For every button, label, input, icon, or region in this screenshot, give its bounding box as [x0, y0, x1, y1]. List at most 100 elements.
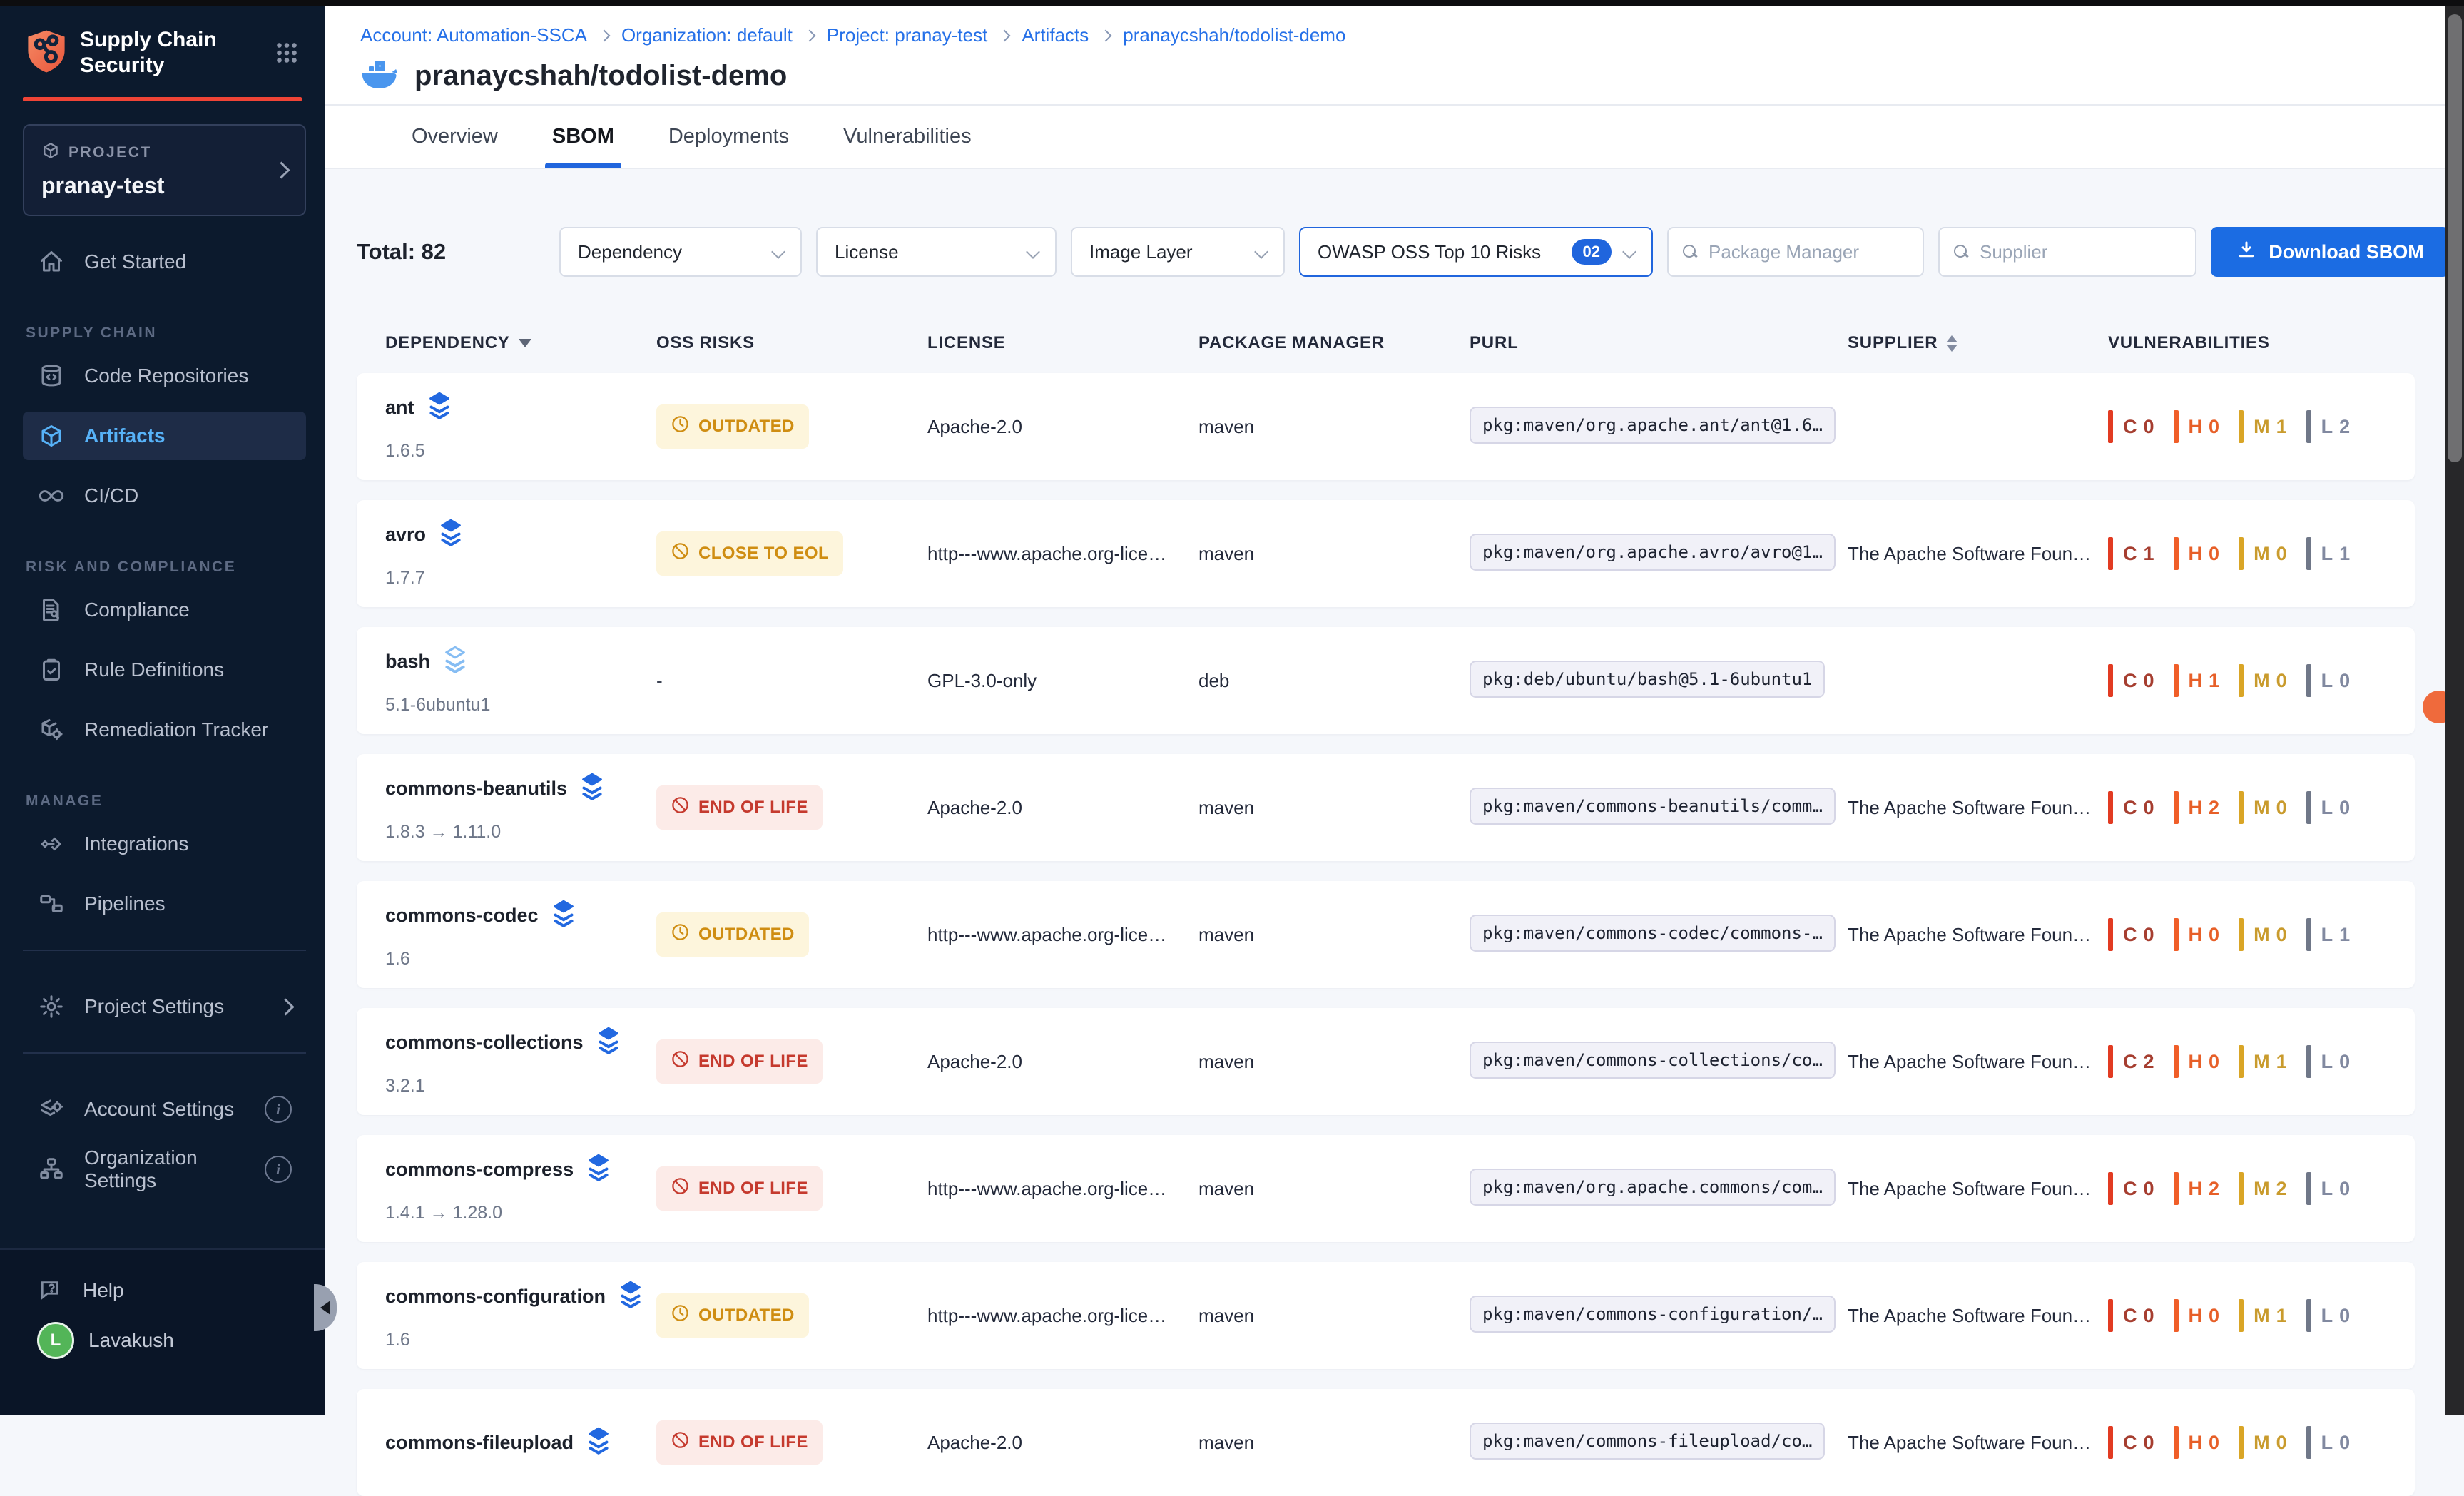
severity-letter: M: [2254, 1178, 2271, 1200]
sidebar-item-compliance[interactable]: Compliance: [23, 586, 306, 634]
sidebar-item-project-settings[interactable]: Project Settings: [23, 982, 306, 1031]
sidebar-item-pipelines[interactable]: Pipelines: [23, 880, 306, 928]
purl-chip[interactable]: pkg:maven/commons-beanutils/comm…: [1470, 788, 1836, 825]
license-filter-dropdown[interactable]: License: [816, 227, 1057, 277]
download-icon: [2236, 239, 2257, 265]
dependency-name: avro: [385, 524, 426, 546]
severity-number: 2: [2209, 797, 2220, 819]
severity-bar: [2239, 1299, 2244, 1332]
severity-number: 0: [2144, 1178, 2155, 1200]
sidebar-item-remediation-tracker[interactable]: Remediation Tracker: [23, 706, 306, 754]
supplier-search-input[interactable]: [1978, 240, 2181, 264]
purl-chip[interactable]: pkg:maven/commons-collections/co…: [1470, 1042, 1836, 1079]
package-manager-search-input[interactable]: [1707, 240, 1908, 264]
severity-text: M0: [2254, 1432, 2288, 1454]
table-row[interactable]: commons-fileupload END OF LIFEApache-2.0…: [357, 1389, 2415, 1496]
breadcrumb-link[interactable]: Organization: default: [621, 24, 793, 46]
vuln-h-count: H0: [2174, 918, 2221, 951]
layers-icon: [550, 900, 577, 932]
purl-chip[interactable]: pkg:maven/org.apache.ant/ant@1.6…: [1470, 407, 1836, 444]
table-row[interactable]: ant 1.6.5OUTDATEDApache-2.0mavenpkg:mave…: [357, 373, 2415, 480]
purl-chip[interactable]: pkg:maven/commons-fileupload/co…: [1470, 1423, 1825, 1460]
chevron-down-icon: [771, 245, 785, 259]
clock-icon: [671, 414, 690, 439]
sidebar-item-get-started[interactable]: Get Started: [23, 238, 306, 286]
breadcrumb-link[interactable]: Artifacts: [1022, 24, 1089, 46]
severity-bar: [2306, 1172, 2311, 1205]
dependency-name: commons-codec: [385, 905, 539, 927]
tab-deployments[interactable]: Deployments: [668, 106, 789, 168]
chevron-right-icon: [273, 161, 290, 178]
image-layer-filter-dropdown[interactable]: Image Layer: [1071, 227, 1285, 277]
severity-bar: [2174, 1045, 2179, 1078]
severity-bar: [2174, 918, 2179, 951]
purl-chip[interactable]: pkg:maven/commons-codec/commons-…: [1470, 915, 1836, 952]
ban-icon: [671, 541, 690, 566]
breadcrumb-link[interactable]: pranaycshah/todolist-demo: [1123, 24, 1345, 46]
clipboard-check-icon: [37, 656, 66, 684]
tab-vulnerabilities[interactable]: Vulnerabilities: [843, 106, 971, 168]
purl-chip[interactable]: pkg:maven/org.apache.avro/avro@1…: [1470, 534, 1836, 571]
severity-number: 1: [2209, 670, 2220, 692]
purl-cell: pkg:maven/commons-collections/co…: [1470, 1042, 1848, 1082]
breadcrumb-link[interactable]: Account: Automation-SSCA: [360, 24, 587, 46]
sidebar-item-account-settings[interactable]: Account Settingsi: [23, 1085, 306, 1134]
purl-chip[interactable]: pkg:maven/org.apache.commons/com…: [1470, 1169, 1836, 1206]
app-grid-icon[interactable]: [268, 34, 306, 72]
help-button[interactable]: Help: [0, 1266, 325, 1316]
column-header-dependency[interactable]: DEPENDENCY: [385, 333, 656, 353]
sidebar-item-rule-definitions[interactable]: Rule Definitions: [23, 646, 306, 694]
column-header-vulnerabilities: VULNERABILITIES: [2108, 333, 2386, 353]
severity-bar: [2174, 537, 2179, 570]
table-row[interactable]: commons-codec 1.6OUTDATEDhttp---www.apac…: [357, 881, 2415, 988]
table-row[interactable]: commons-beanutils 1.8.3 → 1.11.0END OF L…: [357, 754, 2415, 861]
severity-bar: [2108, 1172, 2113, 1205]
dependency-cell: commons-beanutils 1.8.3 → 1.11.0: [385, 773, 656, 843]
purl-chip[interactable]: pkg:deb/ubuntu/bash@5.1-6ubuntu1: [1470, 661, 1825, 698]
vulnerabilities-cell: C0H0M1L2: [2108, 410, 2386, 443]
ban-icon: [671, 1176, 690, 1201]
severity-letter: M: [2254, 1305, 2271, 1327]
clock-icon: [671, 922, 690, 947]
severity-bar: [2239, 918, 2244, 951]
severity-bar: [2108, 918, 2113, 951]
purl-chip[interactable]: pkg:maven/commons-configuration/…: [1470, 1296, 1836, 1333]
sidebar-item-integrations[interactable]: Integrations: [23, 820, 306, 868]
project-selector[interactable]: PROJECT pranay-test: [23, 124, 306, 216]
chevron-down-icon: [1622, 245, 1636, 259]
table-row[interactable]: commons-collections 3.2.1END OF LIFEApac…: [357, 1008, 2415, 1115]
brand: Supply Chain Security: [0, 6, 325, 78]
vuln-h-count: H2: [2174, 791, 2221, 824]
sidebar-item-label: Rule Definitions: [84, 658, 292, 681]
breadcrumb: Account: Automation-SSCA Organization: de…: [360, 6, 2445, 46]
dependency-filter-dropdown[interactable]: Dependency: [559, 227, 802, 277]
scrollbar-thumb[interactable]: [2448, 14, 2462, 462]
tab-sbom[interactable]: SBOM: [552, 106, 614, 168]
dependency-version: 1.6.5: [385, 441, 656, 462]
sidebar-item-organization-settings[interactable]: Organization Settingsi: [23, 1145, 306, 1194]
severity-bar: [2108, 1045, 2113, 1078]
sidebar-item-ci-cd[interactable]: CI/CD: [23, 472, 306, 520]
severity-text: H0: [2189, 543, 2221, 565]
breadcrumb-link[interactable]: Project: pranay-test: [827, 24, 987, 46]
user-menu[interactable]: L Lavakush: [0, 1316, 325, 1365]
column-header-supplier[interactable]: SUPPLIER: [1848, 333, 2108, 353]
sidebar-item-artifacts[interactable]: Artifacts: [23, 412, 306, 460]
severity-text: L0: [2321, 670, 2351, 692]
severity-letter: M: [2254, 797, 2271, 819]
download-sbom-button[interactable]: Download SBOM: [2211, 227, 2449, 277]
purl-cell: pkg:maven/commons-codec/commons-…: [1470, 915, 1848, 955]
owasp-risks-filter-dropdown[interactable]: OWASP OSS Top 10 Risks 02: [1299, 227, 1653, 277]
tab-overview[interactable]: Overview: [412, 106, 498, 168]
column-header-label: LICENSE: [927, 333, 1006, 353]
purl-cell: pkg:deb/ubuntu/bash@5.1-6ubuntu1: [1470, 661, 1848, 701]
table-row[interactable]: avro 1.7.7CLOSE TO EOLhttp---www.apache.…: [357, 500, 2415, 607]
dependency-cell: commons-codec 1.6: [385, 900, 656, 970]
avatar: L: [37, 1322, 74, 1359]
table-row[interactable]: bash 5.1-6ubuntu1-GPL-3.0-onlydebpkg:deb…: [357, 627, 2415, 734]
table-row[interactable]: commons-compress 1.4.1 → 1.28.0END OF LI…: [357, 1135, 2415, 1242]
table-row[interactable]: commons-configuration 1.6OUTDATEDhttp---…: [357, 1262, 2415, 1369]
column-header-label: PURL: [1470, 333, 1519, 353]
page-title: pranaycshah/todolist-demo: [414, 60, 787, 92]
sidebar-item-code-repositories[interactable]: Code Repositories: [23, 352, 306, 400]
